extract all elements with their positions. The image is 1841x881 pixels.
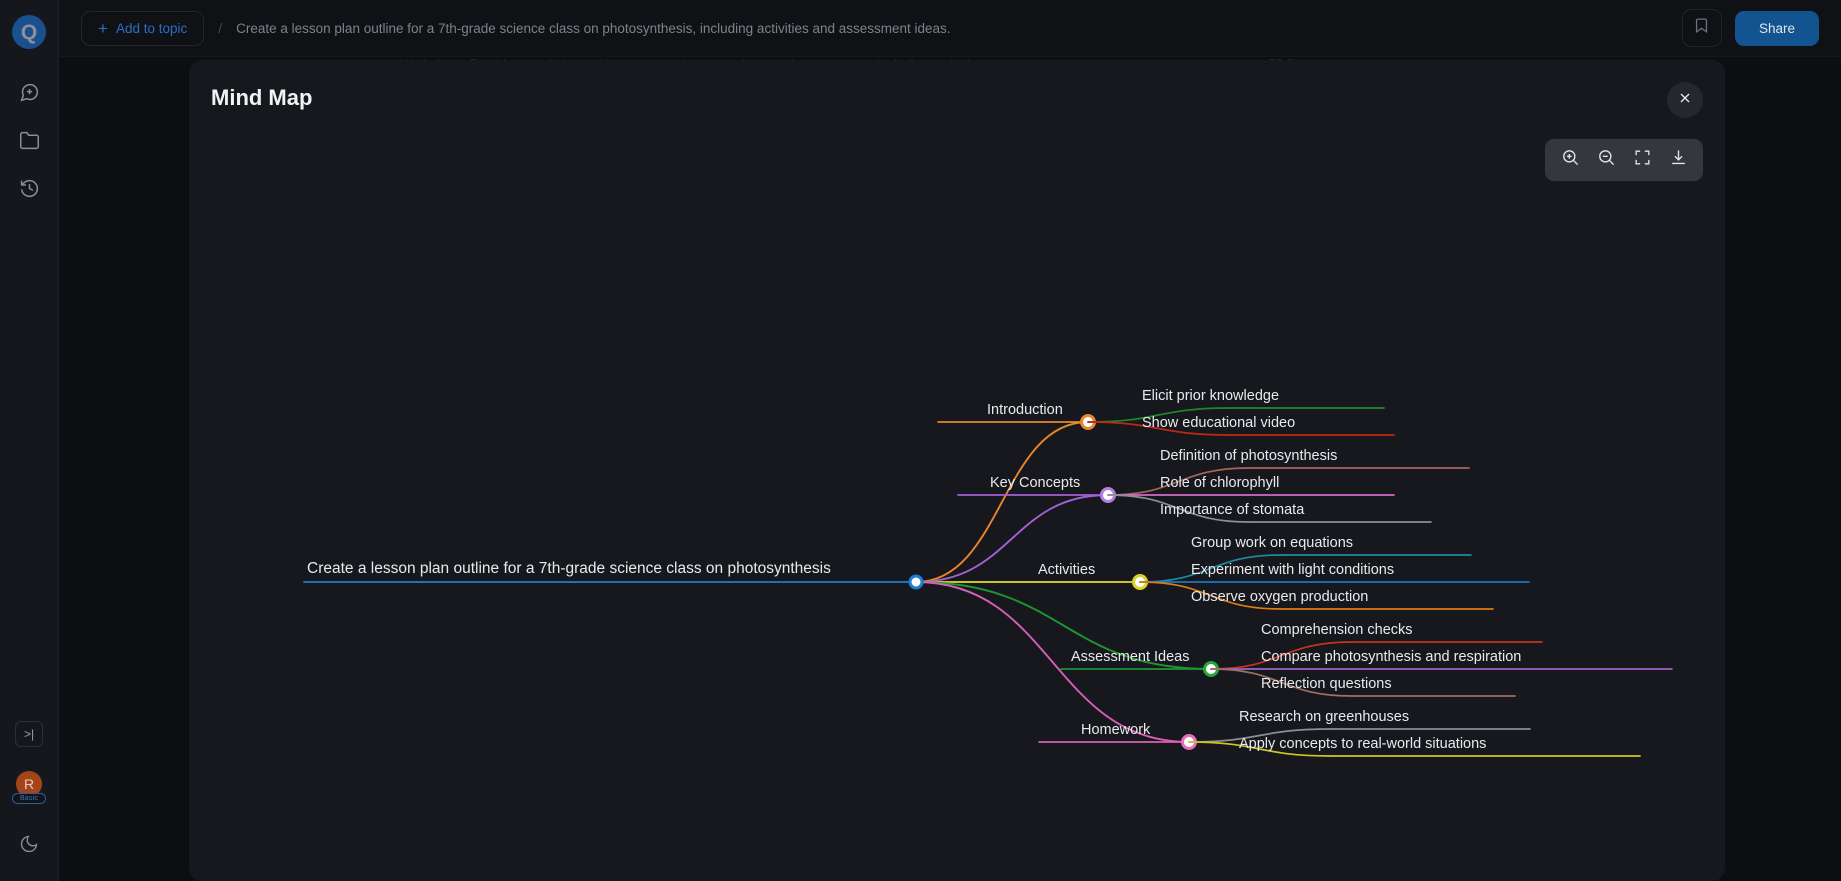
mind-map-leaf-label-1-0[interactable]: Definition of photosynthesis bbox=[1160, 448, 1337, 464]
folder-icon bbox=[19, 130, 40, 156]
app-logo[interactable]: Q bbox=[12, 15, 46, 49]
top-bar-actions: Share bbox=[1681, 9, 1819, 47]
mind-map-branch-label-4[interactable]: Homework bbox=[1081, 722, 1150, 738]
sidebar-item-new-chat[interactable] bbox=[13, 79, 45, 111]
mind-map-branch-label-0[interactable]: Introduction bbox=[987, 402, 1063, 418]
mind-map-leaf-label-2-0[interactable]: Group work on equations bbox=[1191, 535, 1353, 551]
logo-letter: Q bbox=[20, 20, 38, 44]
add-to-topic-button[interactable]: + Add to topic bbox=[81, 10, 205, 46]
mind-map-canvas[interactable]: Create a lesson plan outline for a 7th-g… bbox=[189, 180, 1725, 880]
mind-map-leaf-label-2-1[interactable]: Experiment with light conditions bbox=[1191, 562, 1394, 578]
sidebar-item-history[interactable] bbox=[13, 175, 45, 207]
download-icon bbox=[1669, 148, 1688, 172]
sidebar: Q >| R Basic bbox=[0, 0, 59, 881]
mind-map-link bbox=[915, 421, 1089, 583]
mind-map-modal: Mind Map Create a lesson plan outline fo… bbox=[189, 60, 1725, 881]
close-button[interactable] bbox=[1667, 82, 1703, 118]
mind-map-leaf-label-1-1[interactable]: Role of chlorophyll bbox=[1160, 475, 1279, 491]
mind-map-leaf-label-2-2[interactable]: Observe oxygen production bbox=[1191, 589, 1368, 605]
moon-icon bbox=[19, 835, 39, 858]
mind-map-node-dot[interactable] bbox=[908, 574, 924, 590]
chat-plus-icon bbox=[19, 82, 40, 108]
add-to-topic-label: Add to topic bbox=[115, 20, 188, 36]
mind-map-leaf-label-3-2[interactable]: Reflection questions bbox=[1261, 676, 1392, 692]
zoom-in-button[interactable] bbox=[1554, 145, 1586, 175]
breadcrumb: Create a lesson plan outline for a 7th-g… bbox=[236, 20, 951, 36]
mind-map-leaf-label-4-0[interactable]: Research on greenhouses bbox=[1239, 709, 1409, 725]
mind-map-leaf-label-4-1[interactable]: Apply concepts to real-world situations bbox=[1239, 736, 1486, 752]
history-icon bbox=[19, 178, 40, 204]
top-bar: + Add to topic / Create a lesson plan ou… bbox=[59, 0, 1841, 57]
mind-map-leaf-label-1-2[interactable]: Importance of stomata bbox=[1160, 502, 1304, 518]
mind-map-branch-label-1[interactable]: Key Concepts bbox=[990, 475, 1080, 491]
mind-map-leaf-label-0-1[interactable]: Show educational video bbox=[1142, 415, 1295, 431]
plan-badge: Basic bbox=[11, 793, 47, 804]
sidebar-expand-button[interactable]: >| bbox=[15, 721, 43, 747]
mind-map-graph bbox=[303, 407, 1673, 757]
download-button[interactable] bbox=[1662, 145, 1694, 175]
zoom-in-icon bbox=[1561, 148, 1580, 172]
page-title: Mind Map bbox=[211, 85, 313, 110]
mind-map-root-label[interactable]: Create a lesson plan outline for a 7th-g… bbox=[307, 560, 831, 578]
bookmark-icon bbox=[1693, 17, 1710, 39]
mind-map-branch-label-2[interactable]: Activities bbox=[1038, 562, 1095, 578]
close-icon bbox=[1677, 90, 1693, 111]
mind-map-leaf-label-0-0[interactable]: Elicit prior knowledge bbox=[1142, 388, 1279, 404]
mind-map-leaf-label-3-0[interactable]: Comprehension checks bbox=[1261, 622, 1413, 638]
fit-screen-button[interactable] bbox=[1626, 145, 1658, 175]
plus-icon: + bbox=[98, 18, 108, 38]
bookmark-button[interactable] bbox=[1681, 9, 1722, 47]
breadcrumb-separator: / bbox=[218, 20, 223, 36]
app-root: Q >| R Basic + Add to topic / Create a l… bbox=[0, 0, 1841, 881]
zoom-out-button[interactable] bbox=[1590, 145, 1622, 175]
fit-screen-icon bbox=[1633, 148, 1652, 172]
sidebar-nav bbox=[13, 79, 45, 207]
share-button[interactable]: Share bbox=[1734, 10, 1819, 46]
sidebar-item-library[interactable] bbox=[13, 127, 45, 159]
zoom-out-icon bbox=[1597, 148, 1616, 172]
mind-map-branch-label-3[interactable]: Assessment Ideas bbox=[1071, 649, 1189, 665]
mind-map-leaf-label-3-1[interactable]: Compare photosynthesis and respiration bbox=[1261, 649, 1521, 665]
mind-map-toolbar bbox=[1545, 139, 1703, 181]
user-profile[interactable]: R Basic bbox=[11, 769, 47, 804]
theme-toggle-button[interactable] bbox=[19, 834, 39, 859]
